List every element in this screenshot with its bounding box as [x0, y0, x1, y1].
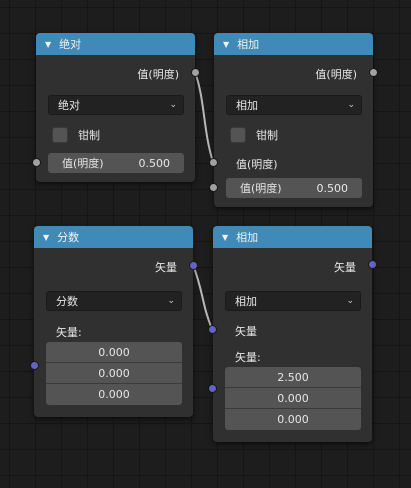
clamp-checkbox[interactable] [52, 127, 68, 143]
vector-y-field[interactable]: 0.000 [225, 388, 361, 409]
operation-dropdown[interactable]: 绝对 ⌄ [48, 95, 184, 115]
node-fraction-header[interactable]: ▼ 分数 [34, 226, 193, 248]
field-label: 值(明度) [62, 157, 104, 170]
vector-z-field[interactable]: 0.000 [225, 409, 361, 430]
clamp-checkbox-row[interactable]: 钳制 [52, 127, 100, 143]
output-label: 值(明度) [315, 68, 357, 81]
operation-value: 绝对 [58, 99, 80, 112]
link-abs-to-add1 [194, 71, 214, 163]
output-label: 矢量 [334, 261, 356, 274]
add1-input1-socket[interactable] [209, 158, 218, 167]
triangle-down-icon[interactable]: ▼ [223, 40, 229, 49]
chevron-down-icon: ⌄ [347, 100, 355, 110]
node-absolute-header[interactable]: ▼ 绝对 [36, 33, 195, 55]
vector-z-field[interactable]: 0.000 [46, 384, 182, 405]
add1-output-socket[interactable] [369, 68, 378, 77]
field-value: 0.500 [138, 156, 171, 170]
operation-dropdown[interactable]: 分数 ⌄ [46, 291, 182, 311]
field-label: 值(明度) [240, 182, 282, 195]
fraction-output-socket[interactable] [189, 261, 198, 270]
node-fraction[interactable]: ▼ 分数 矢量 分数 ⌄ 矢量: 0.000 0.000 0.000 [34, 226, 193, 417]
vector-input2-label: 矢量: [235, 351, 261, 364]
vector-input1-label: 矢量 [235, 325, 257, 338]
clamp-checkbox[interactable] [230, 127, 246, 143]
vector-x-field[interactable]: 2.500 [225, 367, 361, 388]
vector-input-label: 矢量: [56, 326, 82, 339]
value-input-field[interactable]: 值(明度) 0.500 [226, 178, 362, 198]
node-absolute[interactable]: ▼ 绝对 值(明度) 绝对 ⌄ 钳制 值(明度) 0.500 [36, 33, 195, 182]
node-add-value[interactable]: ▼ 相加 值(明度) 相加 ⌄ 钳制 值(明度) 值(明度) 0.500 [214, 33, 373, 207]
operation-value: 分数 [56, 295, 78, 308]
add2-input2-socket[interactable] [208, 384, 217, 393]
add2-input1-socket[interactable] [208, 325, 217, 334]
node-title: 相加 [236, 231, 259, 244]
input1-label: 值(明度) [236, 158, 278, 171]
operation-dropdown[interactable]: 相加 ⌄ [225, 291, 361, 311]
link-fraction-to-add2 [192, 264, 213, 330]
operation-dropdown[interactable]: 相加 ⌄ [226, 95, 362, 115]
node-add-value-header[interactable]: ▼ 相加 [214, 33, 373, 55]
clamp-label: 钳制 [78, 129, 100, 142]
chevron-down-icon: ⌄ [346, 296, 354, 306]
value-input-field[interactable]: 值(明度) 0.500 [48, 153, 184, 173]
node-title: 相加 [237, 38, 260, 51]
fraction-input-socket[interactable] [30, 361, 39, 370]
triangle-down-icon[interactable]: ▼ [222, 233, 228, 242]
add2-output-socket[interactable] [368, 260, 377, 269]
output-label: 矢量 [155, 261, 177, 274]
triangle-down-icon[interactable]: ▼ [45, 40, 51, 49]
vector-input[interactable]: 2.500 0.000 0.000 [225, 367, 361, 430]
vector-input[interactable]: 0.000 0.000 0.000 [46, 342, 182, 405]
add1-input2-socket[interactable] [209, 183, 218, 192]
chevron-down-icon: ⌄ [169, 100, 177, 110]
field-value: 0.500 [316, 181, 349, 195]
vector-x-field[interactable]: 0.000 [46, 342, 182, 363]
operation-value: 相加 [235, 295, 257, 308]
operation-value: 相加 [236, 99, 258, 112]
clamp-checkbox-row[interactable]: 钳制 [230, 127, 278, 143]
abs-output-socket[interactable] [191, 68, 200, 77]
node-title: 绝对 [59, 38, 82, 51]
output-label: 值(明度) [137, 68, 179, 81]
chevron-down-icon: ⌄ [167, 296, 175, 306]
node-add-vector-header[interactable]: ▼ 相加 [213, 226, 372, 248]
node-add-vector[interactable]: ▼ 相加 矢量 相加 ⌄ 矢量 矢量: 2.500 0.000 0.000 [213, 226, 372, 442]
triangle-down-icon[interactable]: ▼ [43, 233, 49, 242]
abs-input-socket[interactable] [32, 158, 41, 167]
clamp-label: 钳制 [256, 129, 278, 142]
vector-y-field[interactable]: 0.000 [46, 363, 182, 384]
node-title: 分数 [57, 231, 80, 244]
